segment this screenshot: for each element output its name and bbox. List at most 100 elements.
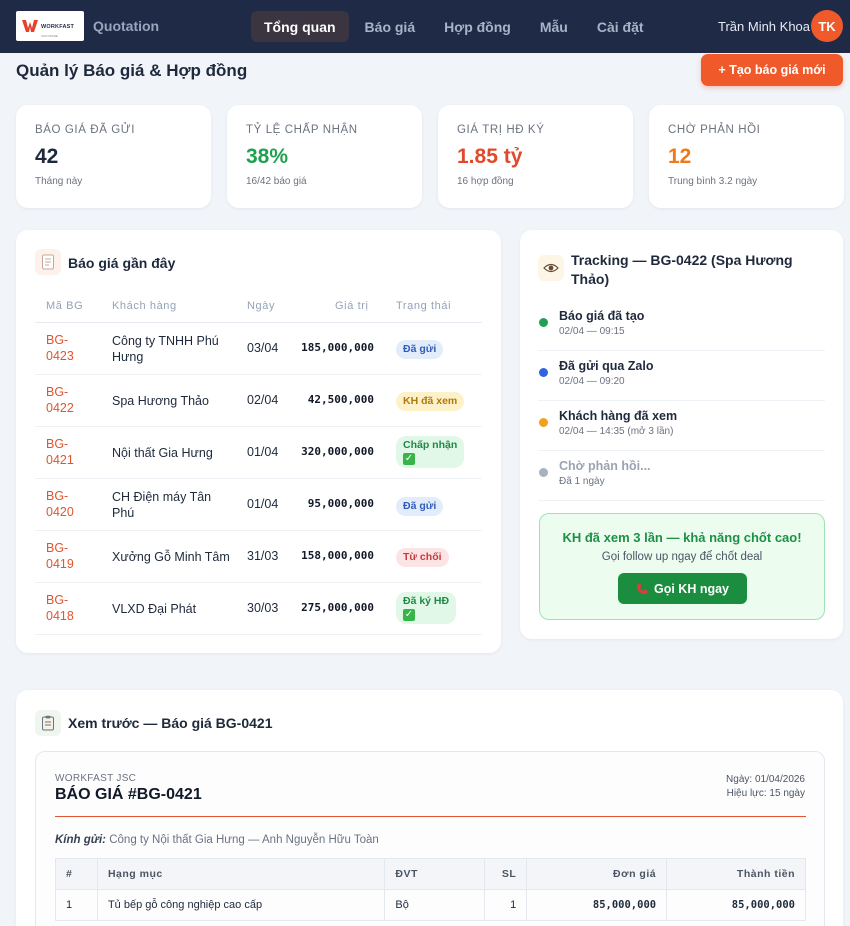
page-title: Quản lý Báo giá & Hợp đồng: [16, 61, 248, 80]
status-dot-icon: [539, 368, 548, 377]
status-badge: Chấp nhận: [403, 439, 458, 451]
stat-label: Giá trị HĐ ký: [457, 124, 545, 136]
recent-quotes-table: Mã BG Khách hàng Ngày Giá trị Trạng thái…: [35, 290, 482, 635]
stat-sub: Tháng này: [35, 176, 83, 187]
timeline-title: Khách hàng đã xem: [559, 409, 678, 423]
quote-id[interactable]: BG-0422: [46, 384, 86, 416]
quote-value: 185,000,000: [301, 341, 374, 354]
item-no: 1: [55, 889, 98, 921]
quote-id[interactable]: BG-0421: [46, 436, 86, 468]
nav-hop-dong[interactable]: Hợp đồng: [431, 11, 524, 42]
stat-label: Chờ phản hồi: [668, 124, 761, 136]
nav-tong-quan[interactable]: Tổng quan: [251, 11, 349, 42]
document-title: BÁO GIÁ #BG-0421: [55, 786, 202, 803]
stat-card-accept-rate: Tỷ lệ chấp nhận 38% 16/42 báo giá: [227, 105, 422, 208]
nav-cai-dat[interactable]: Cài đặt: [584, 11, 657, 42]
app-title: Quotation: [93, 18, 160, 34]
timeline-time: 02/04 — 09:20: [559, 376, 625, 387]
table-row[interactable]: BG-0423 Công ty TNHH Phú Hưng 03/04 185,…: [35, 323, 482, 375]
item-name: Tủ bếp gỗ công nghiệp cao cấp: [96, 889, 386, 921]
workfast-logo[interactable]: WORKFAST SOFTWARE: [16, 11, 84, 41]
status-badge: KH đã xem: [396, 392, 465, 411]
timeline-item: Khách hàng đã xem 02/04 — 14:35 (mở 3 lầ…: [538, 401, 825, 451]
quote-value: 275,000,000: [301, 601, 374, 614]
quote-id[interactable]: BG-0419: [46, 540, 86, 572]
customer-name: VLXD Đại Phát: [112, 602, 197, 616]
top-navbar: WORKFAST SOFTWARE Quotation Tổng quan Bá…: [0, 0, 850, 53]
document-date: Ngày: 01/04/2026: [726, 774, 805, 785]
col-header: ĐVT: [384, 858, 486, 890]
status-dot-icon: [539, 468, 548, 477]
eye-icon: [538, 255, 564, 281]
table-header: Mã BG Khách hàng Ngày Giá trị Trạng thái: [35, 290, 482, 323]
stat-sub: Trung bình 3.2 ngày: [668, 176, 758, 187]
hot-lead-alert: KH đã xem 3 lần — khả năng chốt cao! Gọi…: [539, 513, 825, 620]
checkmark-icon: ✓: [403, 453, 415, 465]
timeline-time: 02/04 — 14:35 (mở 3 lần): [559, 426, 674, 437]
nav-bao-gia[interactable]: Báo giá: [352, 11, 429, 42]
quote-date: 31/03: [247, 549, 279, 563]
quote-value: 95,000,000: [307, 497, 374, 510]
quote-value: 320,000,000: [301, 445, 374, 458]
stat-card-sent: Báo giá đã gửi 42 Tháng này: [16, 105, 211, 208]
col-header: #: [55, 858, 98, 890]
timeline-title: Đã gửi qua Zalo: [559, 359, 654, 373]
table-row[interactable]: BG-0419 Xưởng Gỗ Minh Tâm 31/03 158,000,…: [35, 531, 482, 583]
quote-date: 01/04: [247, 445, 279, 459]
stat-card-contract-value: Giá trị HĐ ký 1.85 tỷ 16 hợp đồng: [438, 105, 633, 208]
logo-subtext: SOFTWARE: [41, 33, 58, 38]
col-header: Ngày: [247, 300, 276, 312]
call-customer-button[interactable]: Gọi KH ngay: [618, 573, 747, 604]
quote-date: 30/03: [247, 601, 279, 615]
col-header: Trạng thái: [396, 300, 452, 312]
col-header: Đơn giá: [526, 858, 668, 890]
table-row[interactable]: BG-0418 VLXD Đại Phát 30/03 275,000,000 …: [35, 583, 482, 635]
timeline-item: Đã gửi qua Zalo 02/04 — 09:20: [538, 351, 825, 401]
preview-title: Xem trước — Báo giá BG-0421: [68, 715, 273, 731]
quote-id[interactable]: BG-0423: [46, 332, 86, 364]
quote-date: 02/04: [247, 393, 279, 407]
stat-label: Báo giá đã gửi: [35, 124, 136, 136]
user-name[interactable]: Trần Minh Khoa: [718, 19, 810, 34]
quote-value: 158,000,000: [301, 549, 374, 562]
customer-name: Spa Hương Thảo: [112, 394, 209, 408]
quote-id[interactable]: BG-0420: [46, 488, 86, 520]
nav-mau[interactable]: Mẫu: [527, 11, 581, 42]
tracking-title: Tracking — BG-0422 (Spa Hương Thảo): [571, 252, 793, 287]
quote-value: 42,500,000: [307, 393, 374, 406]
document-icon: [35, 249, 61, 275]
hot-lead-subtitle: Gọi follow up ngay để chốt deal: [601, 551, 763, 563]
item-qty: 1: [484, 889, 528, 921]
quote-items-table: # Hạng mục ĐVT SL Đơn giá Thành tiền 1 T…: [55, 858, 806, 921]
stat-sub: 16/42 báo giá: [246, 176, 307, 187]
stat-value: 38%: [246, 145, 289, 168]
quote-id[interactable]: BG-0418: [46, 592, 86, 624]
status-badge: Đã ký HĐ: [403, 595, 450, 607]
avatar[interactable]: TK: [811, 10, 843, 42]
stat-card-pending: Chờ phản hồi 12 Trung bình 3.2 ngày: [649, 105, 844, 208]
stat-value: 12: [668, 145, 692, 168]
status-dot-icon: [539, 418, 548, 427]
table-row[interactable]: BG-0422 Spa Hương Thảo 02/04 42,500,000 …: [35, 375, 482, 427]
timeline-time: 02/04 — 09:15: [559, 326, 625, 337]
customer-name: CH Điện máy Tân Phú: [112, 490, 212, 520]
timeline-time: Đã 1 ngày: [559, 476, 605, 487]
col-header: Hạng mục: [96, 858, 386, 890]
logo-mark-icon: [22, 20, 38, 32]
stat-value: 42: [35, 145, 59, 168]
document-recipient: Kính gửi: Công ty Nội thất Gia Hưng — An…: [55, 834, 379, 846]
logo-text: WORKFAST: [41, 23, 75, 30]
create-quote-button[interactable]: + Tạo báo giá mới: [701, 54, 843, 86]
col-header: Giá trị: [335, 300, 369, 312]
table-row[interactable]: BG-0421 Nội thất Gia Hưng 01/04 320,000,…: [35, 427, 482, 479]
timeline-title: Báo giá đã tạo: [559, 309, 645, 323]
quote-document-preview: WORKFAST JSC BÁO GIÁ #BG-0421 Ngày: 01/0…: [35, 751, 825, 926]
timeline-item: Chờ phản hồi... Đã 1 ngày: [538, 451, 825, 501]
quote-date: 03/04: [247, 341, 279, 355]
table-row[interactable]: BG-0420 CH Điện máy Tân Phú 01/04 95,000…: [35, 479, 482, 531]
col-header: Khách hàng: [112, 300, 177, 312]
recipient-label: Kính gửi:: [55, 834, 107, 846]
call-button-label: Gọi KH ngay: [653, 581, 729, 596]
timeline-item: Báo giá đã tạo 02/04 — 09:15: [538, 301, 825, 351]
timeline-title: Chờ phản hồi...: [559, 459, 651, 473]
